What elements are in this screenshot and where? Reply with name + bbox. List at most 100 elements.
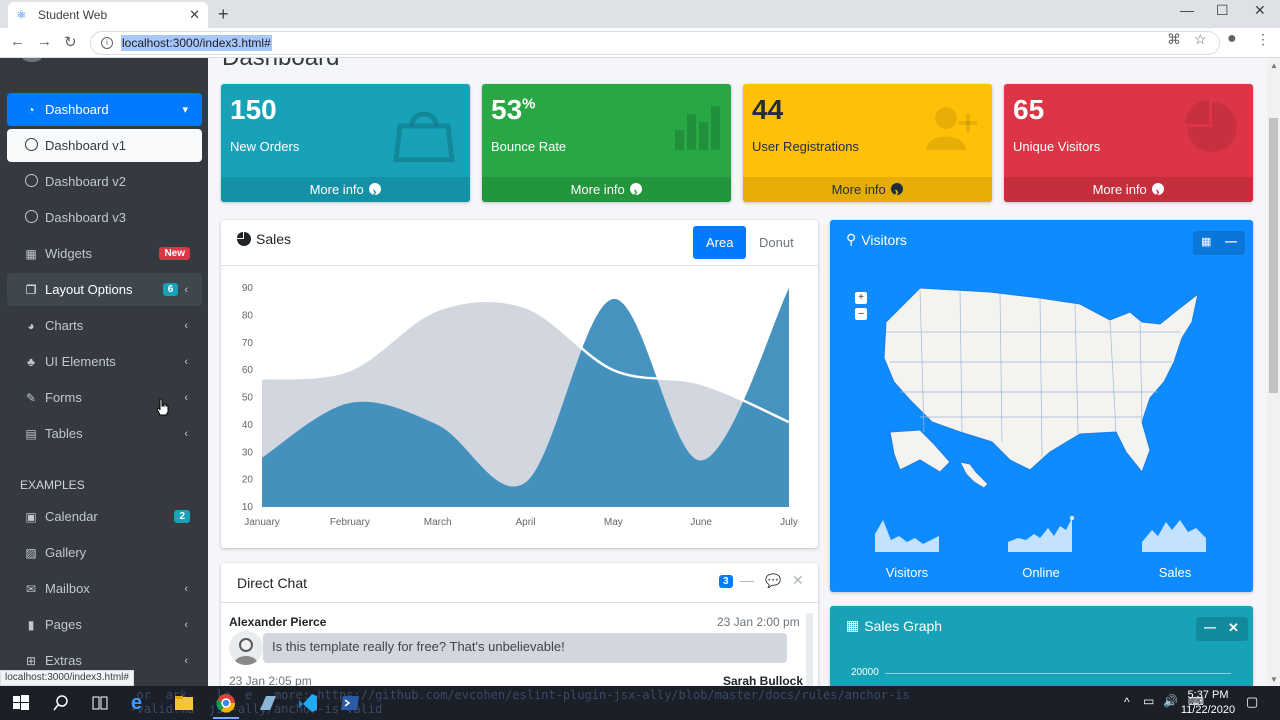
- sidebar-item-ui-elements[interactable]: ♣ UI Elements ‹: [7, 345, 202, 378]
- chevron-left-icon: ‹: [184, 355, 188, 368]
- sidebar-item-calendar[interactable]: ▣ Calendar 2: [7, 500, 202, 533]
- star-icon[interactable]: ☆: [1194, 31, 1207, 48]
- sidebar-item-dashboard-v1[interactable]: Dashboard v1: [7, 129, 202, 162]
- y-tick-label: 90: [242, 283, 254, 294]
- close-icon[interactable]: ✕: [792, 572, 804, 589]
- url-text[interactable]: localhost:3000/index3.html#: [121, 35, 272, 51]
- forward-icon[interactable]: →: [37, 33, 52, 50]
- chevron-left-icon: ‹: [184, 427, 188, 440]
- info-icon[interactable]: i: [101, 37, 113, 49]
- sidebar: ◔ Dashboard ▾ Dashboard v1 Dashboard v2 …: [0, 58, 208, 686]
- sidebar-item-dashboard-v3[interactable]: Dashboard v3: [7, 201, 202, 234]
- tab-donut[interactable]: Donut: [746, 226, 807, 259]
- address-bar[interactable]: i localhost:3000/index3.html#: [90, 31, 1220, 55]
- sidebar-item-label: Gallery: [45, 545, 87, 560]
- x-tick-label: July: [780, 517, 798, 528]
- sidebar-item-pages[interactable]: ▮ Pages ‹: [7, 608, 202, 641]
- chevron-left-icon: ‹: [184, 582, 188, 595]
- close-icon[interactable]: ✕: [1228, 620, 1239, 636]
- new-tab-icon[interactable]: +: [218, 4, 229, 25]
- sidebar-item-dashboard[interactable]: ◔ Dashboard ▾: [7, 93, 202, 126]
- minus-icon[interactable]: —: [1225, 234, 1237, 248]
- sidebar-item-forms[interactable]: ✎ Forms ‹: [7, 381, 202, 414]
- stat-label: Unique Visitors: [1013, 139, 1101, 154]
- chrome-icon[interactable]: [215, 692, 237, 714]
- sidebar-item-label: Extras: [45, 653, 82, 668]
- maximize-icon[interactable]: ☐: [1216, 2, 1229, 19]
- sidebar-item-gallery[interactable]: ▨ Gallery: [7, 536, 202, 569]
- visitors-sparkline: [875, 520, 939, 552]
- more-info-link[interactable]: More info: [221, 177, 470, 202]
- sidebar-section-header: EXAMPLES: [20, 478, 85, 492]
- tab-title: Student Web: [38, 8, 108, 22]
- chevron-left-icon: ‹: [184, 654, 188, 667]
- y-tick-label: 60: [242, 365, 254, 376]
- more-info-link[interactable]: More info: [482, 177, 731, 202]
- y-tick-label: 30: [242, 447, 254, 458]
- back-icon[interactable]: ←: [10, 33, 25, 50]
- tab-area[interactable]: Area: [693, 226, 747, 259]
- usa-map[interactable]: [880, 282, 1200, 492]
- arrow-circle-right-icon: [369, 179, 382, 202]
- sales-sparkline: [1142, 520, 1206, 552]
- search-icon[interactable]: [50, 692, 72, 714]
- stat-label: New Orders: [230, 139, 300, 154]
- x-tick-label: May: [604, 517, 623, 528]
- task-view-icon[interactable]: [89, 692, 111, 714]
- more-info-label: More info: [831, 182, 886, 197]
- notification-icon[interactable]: ▢: [1246, 694, 1258, 710]
- taskbar-date[interactable]: 11/22/2020: [1180, 704, 1236, 716]
- sidebar-item-charts[interactable]: ◕ Charts ‹: [7, 309, 202, 342]
- sidebar-item-dashboard-v2[interactable]: Dashboard v2: [7, 165, 202, 198]
- arrow-circle-right-icon: [630, 179, 643, 202]
- scroll-down-icon[interactable]: ▼: [1270, 675, 1278, 684]
- network-icon[interactable]: ▭: [1143, 694, 1154, 708]
- sidebar-item-tables[interactable]: ▤ Tables ‹: [7, 417, 202, 450]
- profile-icon[interactable]: ●: [1227, 30, 1237, 48]
- windows-start-icon[interactable]: [10, 692, 32, 714]
- chevron-left-icon: ‹: [184, 391, 188, 404]
- more-info-link[interactable]: More info: [1004, 177, 1253, 202]
- reload-icon[interactable]: ↻: [64, 33, 77, 51]
- sidebar-item-widgets[interactable]: ▦ Widgets New: [7, 237, 202, 270]
- edge-icon[interactable]: e: [131, 692, 153, 714]
- menu-icon[interactable]: ⋮: [1256, 31, 1270, 48]
- card-title: Sales: [237, 231, 291, 247]
- comments-icon[interactable]: 💬: [765, 573, 781, 589]
- volume-icon[interactable]: 🔊: [1163, 694, 1178, 708]
- window-close-icon[interactable]: ✕: [1254, 2, 1266, 19]
- chat-count-badge: 3: [719, 575, 733, 588]
- spark-label-visitors: Visitors: [885, 565, 929, 580]
- th-icon: ▦: [846, 617, 860, 633]
- close-tab-icon[interactable]: ✕: [189, 7, 200, 23]
- file-explorer-icon[interactable]: [173, 692, 195, 714]
- sidebar-item-mailbox[interactable]: ✉ Mailbox ‹: [7, 572, 202, 605]
- browser-tab[interactable]: ⚛ Student Web ✕: [8, 2, 208, 28]
- chat-scrollbar[interactable]: [806, 613, 813, 686]
- powershell-icon[interactable]: [339, 692, 361, 714]
- react-icon: ⚛: [16, 8, 27, 22]
- translate-icon[interactable]: ⌘: [1167, 31, 1181, 48]
- sidebar-item-label: Dashboard: [45, 102, 109, 117]
- app-icon[interactable]: [256, 692, 278, 714]
- scrollbar-thumb[interactable]: [1269, 118, 1278, 393]
- calendar-icon[interactable]: ▦: [1201, 235, 1211, 248]
- zoom-out-button[interactable]: –: [855, 308, 867, 320]
- status-bar-link: localhost:3000/index3.html#: [0, 670, 134, 686]
- sidebar-item-layout-options[interactable]: ❐ Layout Options 6 ‹: [7, 273, 202, 306]
- page-scrollbar[interactable]: ▲ ▼: [1267, 58, 1280, 686]
- pie-chart-icon: ◕: [27, 318, 35, 333]
- vscode-icon[interactable]: [297, 692, 319, 714]
- scroll-up-icon[interactable]: ▲: [1270, 61, 1278, 70]
- minimize-icon[interactable]: —: [1180, 2, 1194, 18]
- y-tick-label: 80: [242, 310, 254, 321]
- taskbar-time[interactable]: 5:37 PM: [1183, 689, 1233, 701]
- chevron-up-icon[interactable]: ^: [1124, 695, 1130, 709]
- spark-label-online: Online: [1022, 565, 1060, 580]
- minus-icon[interactable]: —: [1204, 620, 1216, 634]
- more-info-link[interactable]: More info: [743, 177, 992, 202]
- stat-label: User Registrations: [752, 139, 859, 154]
- y-tick-label: 70: [242, 338, 254, 349]
- zoom-in-button[interactable]: +: [855, 292, 867, 304]
- minus-icon[interactable]: —: [740, 572, 754, 588]
